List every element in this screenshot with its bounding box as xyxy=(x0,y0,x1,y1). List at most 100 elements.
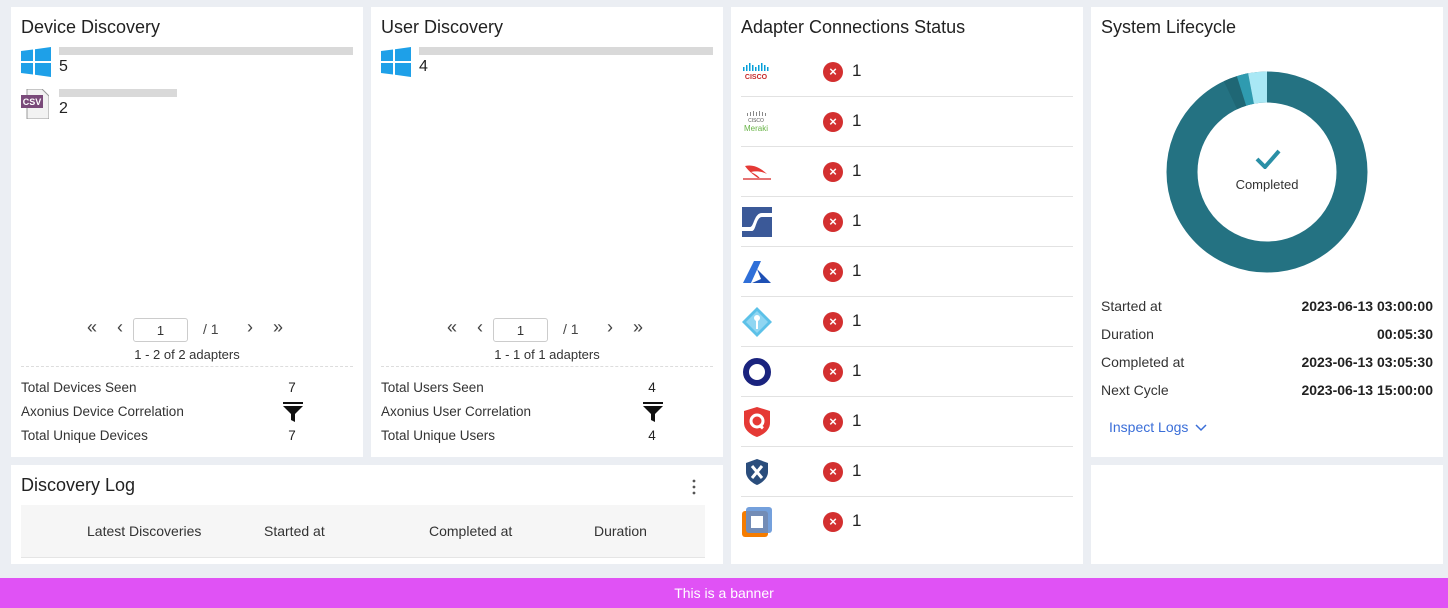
diamond-key-logo xyxy=(741,307,773,337)
discovery-log-card: Discovery Log Latest Discoveries Started… xyxy=(11,465,723,564)
funnel-icon xyxy=(283,402,303,422)
azure-logo xyxy=(741,257,773,287)
svg-text:CISCO: CISCO xyxy=(745,74,768,81)
discovery-log-title: Discovery Log xyxy=(21,475,136,495)
error-count[interactable]: 1 xyxy=(852,511,861,531)
error-icon: × xyxy=(823,212,843,232)
column-header[interactable]: Started at xyxy=(264,523,325,539)
divider xyxy=(381,366,713,367)
shield-x-logo xyxy=(741,457,773,487)
adapter-count-csv[interactable]: 2 xyxy=(59,100,68,118)
adapter-count-windows[interactable]: 5 xyxy=(59,58,68,76)
last-page-button[interactable]: » xyxy=(633,317,643,338)
adapter-row[interactable]: × 1 xyxy=(741,147,1073,197)
lifecycle-value: 2023-06-13 15:00:00 xyxy=(1301,382,1433,398)
error-icon: × xyxy=(823,412,843,432)
more-options-icon[interactable] xyxy=(691,479,697,495)
system-lifecycle-card: System Lifecycle Completed Started at 20… xyxy=(1091,7,1443,457)
error-icon: × xyxy=(823,512,843,532)
range-text: 1 - 2 of 2 adapters xyxy=(134,347,240,362)
system-lifecycle-title: System Lifecycle xyxy=(1101,17,1237,37)
cisco-meraki-logo: CISCO Meraki xyxy=(741,107,773,137)
adapter-row[interactable]: × 1 xyxy=(741,247,1073,297)
first-page-button[interactable]: « xyxy=(87,317,97,338)
device-discovery-title: Device Discovery xyxy=(21,17,161,37)
qualys-logo xyxy=(741,407,773,437)
error-count[interactable]: 1 xyxy=(852,311,861,331)
page-number-input[interactable] xyxy=(493,318,548,342)
device-pager: « ‹ / 1 › » xyxy=(87,317,287,342)
lifecycle-label: Next Cycle xyxy=(1101,382,1169,398)
adapter-bar-windows[interactable] xyxy=(419,47,713,55)
prev-page-button[interactable]: ‹ xyxy=(117,317,123,338)
stat-label: Axonius Device Correlation xyxy=(21,404,184,419)
user-discovery-card: User Discovery 4 « ‹ / 1 › » 1 - 1 of 1 … xyxy=(371,7,723,457)
stat-value[interactable]: 4 xyxy=(641,428,663,443)
stat-value[interactable]: 7 xyxy=(281,380,303,395)
adapter-row[interactable]: CISCO Meraki × 1 xyxy=(741,97,1073,147)
windows-icon xyxy=(21,47,51,77)
user-pager: « ‹ / 1 › » xyxy=(447,317,647,342)
lifecycle-label: Started at xyxy=(1101,298,1162,314)
page-number-input[interactable] xyxy=(133,318,188,342)
adapter-row[interactable]: × 1 xyxy=(741,497,1073,547)
adapter-row[interactable]: × 1 xyxy=(741,197,1073,247)
adapter-row[interactable]: × 1 xyxy=(741,297,1073,347)
adapter-row[interactable]: × 1 xyxy=(741,447,1073,497)
column-header[interactable]: Duration xyxy=(594,523,647,539)
inspect-logs-button[interactable]: Inspect Logs xyxy=(1109,419,1207,435)
next-page-button[interactable]: › xyxy=(607,317,613,338)
svg-text:Meraki: Meraki xyxy=(744,124,768,133)
adapter-row[interactable]: × 1 xyxy=(741,347,1073,397)
adapter-bar-csv[interactable] xyxy=(59,89,177,97)
stat-label: Total Users Seen xyxy=(381,380,484,395)
next-page-button[interactable]: › xyxy=(247,317,253,338)
okta-logo xyxy=(741,357,773,387)
empty-card xyxy=(1091,465,1443,564)
user-discovery-title: User Discovery xyxy=(381,17,504,37)
error-icon: × xyxy=(823,262,843,282)
adapter-row[interactable]: × 1 xyxy=(741,397,1073,447)
page-total: / 1 xyxy=(203,321,219,337)
lifecycle-label: Completed at xyxy=(1101,354,1185,370)
device-discovery-card: Device Discovery 5 CSV 2 « ‹ / 1 › » 1 -… xyxy=(11,7,363,457)
stat-value[interactable]: 7 xyxy=(281,428,303,443)
error-count[interactable]: 1 xyxy=(852,411,861,431)
check-icon xyxy=(1255,149,1281,169)
error-icon: × xyxy=(823,112,843,132)
lifecycle-value: 2023-06-13 03:05:30 xyxy=(1301,354,1433,370)
log-table-header: Latest Discoveries Started at Completed … xyxy=(21,505,705,558)
csv-icon: CSV xyxy=(21,89,49,119)
error-count[interactable]: 1 xyxy=(852,461,861,481)
first-page-button[interactable]: « xyxy=(447,317,457,338)
lifecycle-value: 00:05:30 xyxy=(1376,326,1433,342)
inspect-logs-label: Inspect Logs xyxy=(1109,419,1189,435)
error-icon: × xyxy=(823,62,843,82)
error-icon: × xyxy=(823,162,843,182)
stat-label: Total Devices Seen xyxy=(21,380,137,395)
page-total: / 1 xyxy=(563,321,579,337)
error-count[interactable]: 1 xyxy=(852,261,861,281)
error-count[interactable]: 1 xyxy=(852,361,861,381)
error-count[interactable]: 1 xyxy=(852,61,861,81)
stat-label: Total Unique Users xyxy=(381,428,496,443)
windows-icon xyxy=(381,47,411,77)
error-count[interactable]: 1 xyxy=(852,161,861,181)
stat-label: Total Unique Devices xyxy=(21,428,148,443)
adapter-row[interactable]: CISCO × 1 xyxy=(741,47,1073,97)
error-icon: × xyxy=(823,362,843,382)
error-count[interactable]: 1 xyxy=(852,211,861,231)
column-header[interactable]: Latest Discoveries xyxy=(87,523,201,539)
prev-page-button[interactable]: ‹ xyxy=(477,317,483,338)
lifecycle-value: 2023-06-13 03:00:00 xyxy=(1301,298,1433,314)
range-text: 1 - 1 of 1 adapters xyxy=(494,347,600,362)
cisco-logo: CISCO xyxy=(741,57,773,87)
stat-value[interactable]: 4 xyxy=(641,380,663,395)
adapter-count-windows[interactable]: 4 xyxy=(419,58,428,76)
lifecycle-donut xyxy=(1166,71,1368,273)
column-header[interactable]: Completed at xyxy=(429,523,512,539)
error-count[interactable]: 1 xyxy=(852,111,861,131)
adapter-bar-windows[interactable] xyxy=(59,47,353,55)
last-page-button[interactable]: » xyxy=(273,317,283,338)
orange-square-logo xyxy=(741,507,773,537)
